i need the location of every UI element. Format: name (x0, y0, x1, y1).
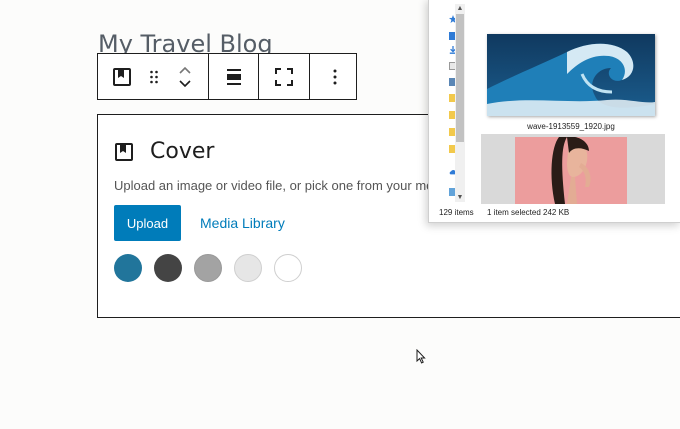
scrollbar-thumb[interactable] (456, 14, 464, 142)
navigation-pane: ▲ ▼ (429, 0, 465, 206)
portrait-image (515, 137, 627, 204)
color-swatch[interactable] (274, 254, 302, 282)
toolbar-group-align (209, 54, 259, 99)
wave-image (487, 34, 655, 116)
cover-title: Cover (150, 139, 215, 164)
block-movers (162, 54, 208, 99)
full-height-button[interactable] (259, 54, 309, 99)
wave-image-thumbnail[interactable] (487, 34, 655, 116)
overlay-color-swatches (114, 254, 314, 282)
cover-icon (115, 142, 133, 161)
cover-header: Cover (114, 139, 214, 164)
color-swatch[interactable] (114, 254, 142, 282)
more-options-button[interactable] (310, 54, 359, 99)
align-button[interactable] (209, 54, 258, 99)
color-swatch[interactable] (154, 254, 182, 282)
move-down-icon[interactable] (178, 79, 192, 89)
toolbar-group-block (98, 54, 209, 99)
cover-icon (113, 67, 131, 86)
items-count-status: 129 items (439, 208, 474, 217)
scroll-up-icon[interactable]: ▲ (455, 5, 465, 12)
file-name-label: wave-1913559_1920.jpg (527, 122, 615, 131)
toolbar-group-more (310, 54, 359, 99)
file-explorer-window: ▲ ▼ wave-1913559_1920.jpg 129 items 1 it… (428, 0, 680, 223)
color-swatch[interactable] (234, 254, 262, 282)
scroll-down-icon[interactable]: ▼ (455, 194, 465, 201)
drag-handle-icon (150, 70, 158, 83)
more-options-icon (333, 69, 336, 84)
drag-handle[interactable] (146, 54, 162, 99)
mouse-cursor-icon (416, 349, 426, 364)
upload-button[interactable]: Upload (114, 205, 181, 241)
media-library-button[interactable]: Media Library (200, 215, 285, 231)
align-icon (226, 68, 241, 85)
move-up-icon[interactable] (178, 65, 192, 75)
selection-status: 1 item selected 242 KB (487, 208, 570, 217)
block-type-button[interactable] (98, 54, 146, 99)
toolbar-group-fullscreen (259, 54, 310, 99)
block-toolbar (97, 53, 357, 100)
nav-scrollbar[interactable]: ▲ ▼ (455, 4, 465, 202)
portrait-image-thumbnail[interactable] (515, 137, 627, 204)
fullscreen-icon (275, 67, 293, 86)
color-swatch[interactable] (194, 254, 222, 282)
